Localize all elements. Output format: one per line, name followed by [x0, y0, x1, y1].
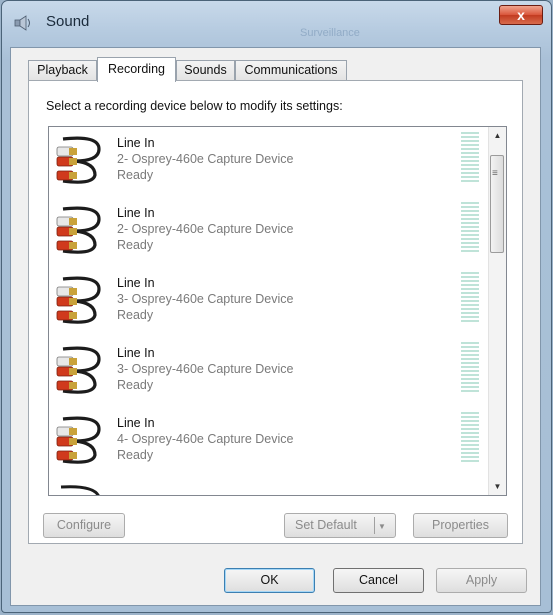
device-description: 4- Osprey-460e Capture Device	[117, 432, 294, 446]
list-item-partial[interactable]	[49, 477, 489, 495]
tab-sounds[interactable]: Sounds	[176, 60, 235, 81]
list-item[interactable]: Line In 4- Osprey-460e Capture Device Read…	[49, 407, 489, 477]
tab-label: Recording	[108, 62, 165, 76]
button-label: Properties	[432, 518, 489, 532]
rca-cable-icon	[56, 276, 101, 324]
level-meter	[461, 202, 479, 252]
rca-cable-icon	[56, 346, 101, 394]
list-item[interactable]: Line In 3- Osprey-460e Capture Device Read…	[49, 267, 489, 337]
rca-cable-icon	[56, 416, 101, 464]
background-window-text: Surveillance	[300, 27, 360, 39]
button-label: Apply	[465, 573, 498, 587]
tab-recording[interactable]: Recording	[97, 57, 176, 82]
tab-label: Communications	[244, 63, 338, 77]
configure-button[interactable]: Configure	[43, 513, 125, 538]
tab-label: Playback	[37, 63, 88, 77]
level-meter	[461, 342, 479, 392]
close-button[interactable]: x	[499, 5, 543, 25]
tab-communications[interactable]: Communications	[235, 60, 347, 81]
close-icon: x	[517, 7, 525, 23]
button-label: OK	[260, 573, 279, 587]
level-meter	[461, 272, 479, 322]
device-name: Line In	[117, 206, 155, 220]
device-name: Line In	[117, 416, 155, 430]
tab-label: Sounds	[184, 63, 227, 77]
button-label: Cancel	[359, 573, 398, 587]
device-description: 2- Osprey-460e Capture Device	[117, 152, 294, 166]
scroll-up-icon[interactable]: ▲	[489, 127, 506, 144]
button-label: Configure	[56, 518, 112, 532]
set-default-button[interactable]: Set Default ▼	[284, 513, 396, 538]
device-description: 2- Osprey-460e Capture Device	[117, 222, 294, 236]
cancel-button[interactable]: Cancel	[333, 568, 424, 593]
level-meter	[461, 412, 479, 462]
speaker-icon	[14, 15, 30, 31]
split-divider	[374, 517, 375, 534]
device-description: 3- Osprey-460e Capture Device	[117, 292, 294, 306]
list-item[interactable]: Line In 2- Osprey-460e Capture Device Read…	[49, 127, 489, 197]
list-item[interactable]: Line In 3- Osprey-460e Capture Device Read…	[49, 337, 489, 407]
device-status: Ready	[117, 378, 154, 392]
sound-dialog: Sound Surveillance x Playback Recording …	[1, 0, 552, 613]
level-meter	[461, 132, 479, 182]
list-item[interactable]: Line In 2- Osprey-460e Capture Device Read…	[49, 197, 489, 267]
rca-cable-icon	[60, 485, 100, 495]
device-name: Line In	[117, 136, 155, 150]
rca-cable-icon	[56, 136, 101, 184]
apply-button[interactable]: Apply	[436, 568, 527, 593]
vertical-scrollbar[interactable]: ▲ ≡ ▼	[488, 127, 506, 495]
device-list[interactable]: Line In 2- Osprey-460e Capture Device Read…	[48, 126, 507, 496]
chevron-down-icon[interactable]: ▼	[378, 515, 386, 538]
instruction-text: Select a recording device below to modif…	[46, 99, 343, 113]
device-status: Ready	[117, 168, 154, 182]
device-status: Ready	[117, 238, 154, 252]
grip-icon: ≡	[492, 168, 498, 179]
device-name: Line In	[117, 276, 155, 290]
dialog-client-area: Playback Recording Sounds Communications…	[10, 47, 541, 606]
scroll-down-icon[interactable]: ▼	[489, 478, 506, 495]
device-status: Ready	[117, 308, 154, 322]
rca-cable-icon	[56, 206, 101, 254]
ok-button[interactable]: OK	[224, 568, 315, 593]
recording-panel: Select a recording device below to modif…	[28, 80, 523, 544]
button-label: Set Default	[295, 518, 357, 532]
device-description: 3- Osprey-460e Capture Device	[117, 362, 294, 376]
tab-playback[interactable]: Playback	[28, 60, 97, 81]
window-title: Sound	[46, 13, 90, 30]
device-name: Line In	[117, 346, 155, 360]
device-status: Ready	[117, 448, 154, 462]
properties-button[interactable]: Properties	[413, 513, 508, 538]
title-bar[interactable]: Sound Surveillance x	[2, 1, 551, 45]
